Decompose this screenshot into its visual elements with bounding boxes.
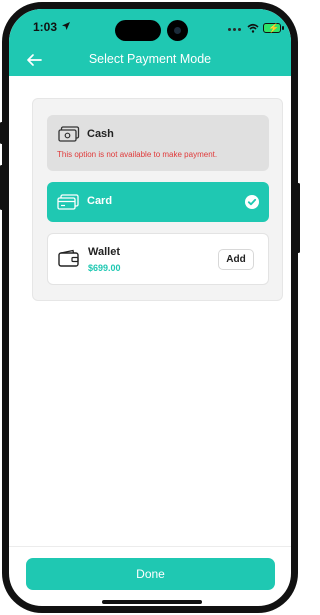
battery-icon: ⚡ [263,23,284,33]
wallet-label: Wallet [88,246,120,258]
app-header: Select Payment Mode [9,49,291,73]
status-bar: 1:03 ⚡ [9,9,291,43]
home-indicator [102,600,202,604]
top-bar: 1:03 ⚡ Select Payment Mode [9,9,291,76]
camera-icon [167,20,188,41]
done-button[interactable]: Done [26,558,275,590]
page-title: Select Payment Mode [88,52,212,66]
dynamic-island [115,20,161,41]
card-icon [57,194,79,210]
status-time: 1:03 [33,20,58,34]
payment-option-card[interactable]: Card [47,182,269,222]
cash-icon [58,126,80,142]
footer-divider [9,546,291,547]
signal-dots-icon [228,28,242,32]
phone-screen: 1:03 ⚡ Select Payment Mode Cash This opt… [2,2,298,613]
check-circle-icon [245,195,259,209]
cash-label: Cash [87,128,114,140]
wifi-icon [247,23,259,33]
payment-option-cash[interactable]: Cash This option is not available to mak… [47,115,269,171]
payment-options-panel: Cash This option is not available to mak… [32,98,283,301]
add-money-button[interactable]: Add [218,249,254,270]
cash-unavailable-note: This option is not available to make pay… [57,150,218,159]
card-label: Card [87,195,113,207]
wallet-balance: $699.00 [88,263,121,273]
location-arrow-icon [62,22,70,30]
payment-option-wallet[interactable]: Wallet $699.00 Add [47,233,269,285]
wallet-icon [58,249,79,267]
